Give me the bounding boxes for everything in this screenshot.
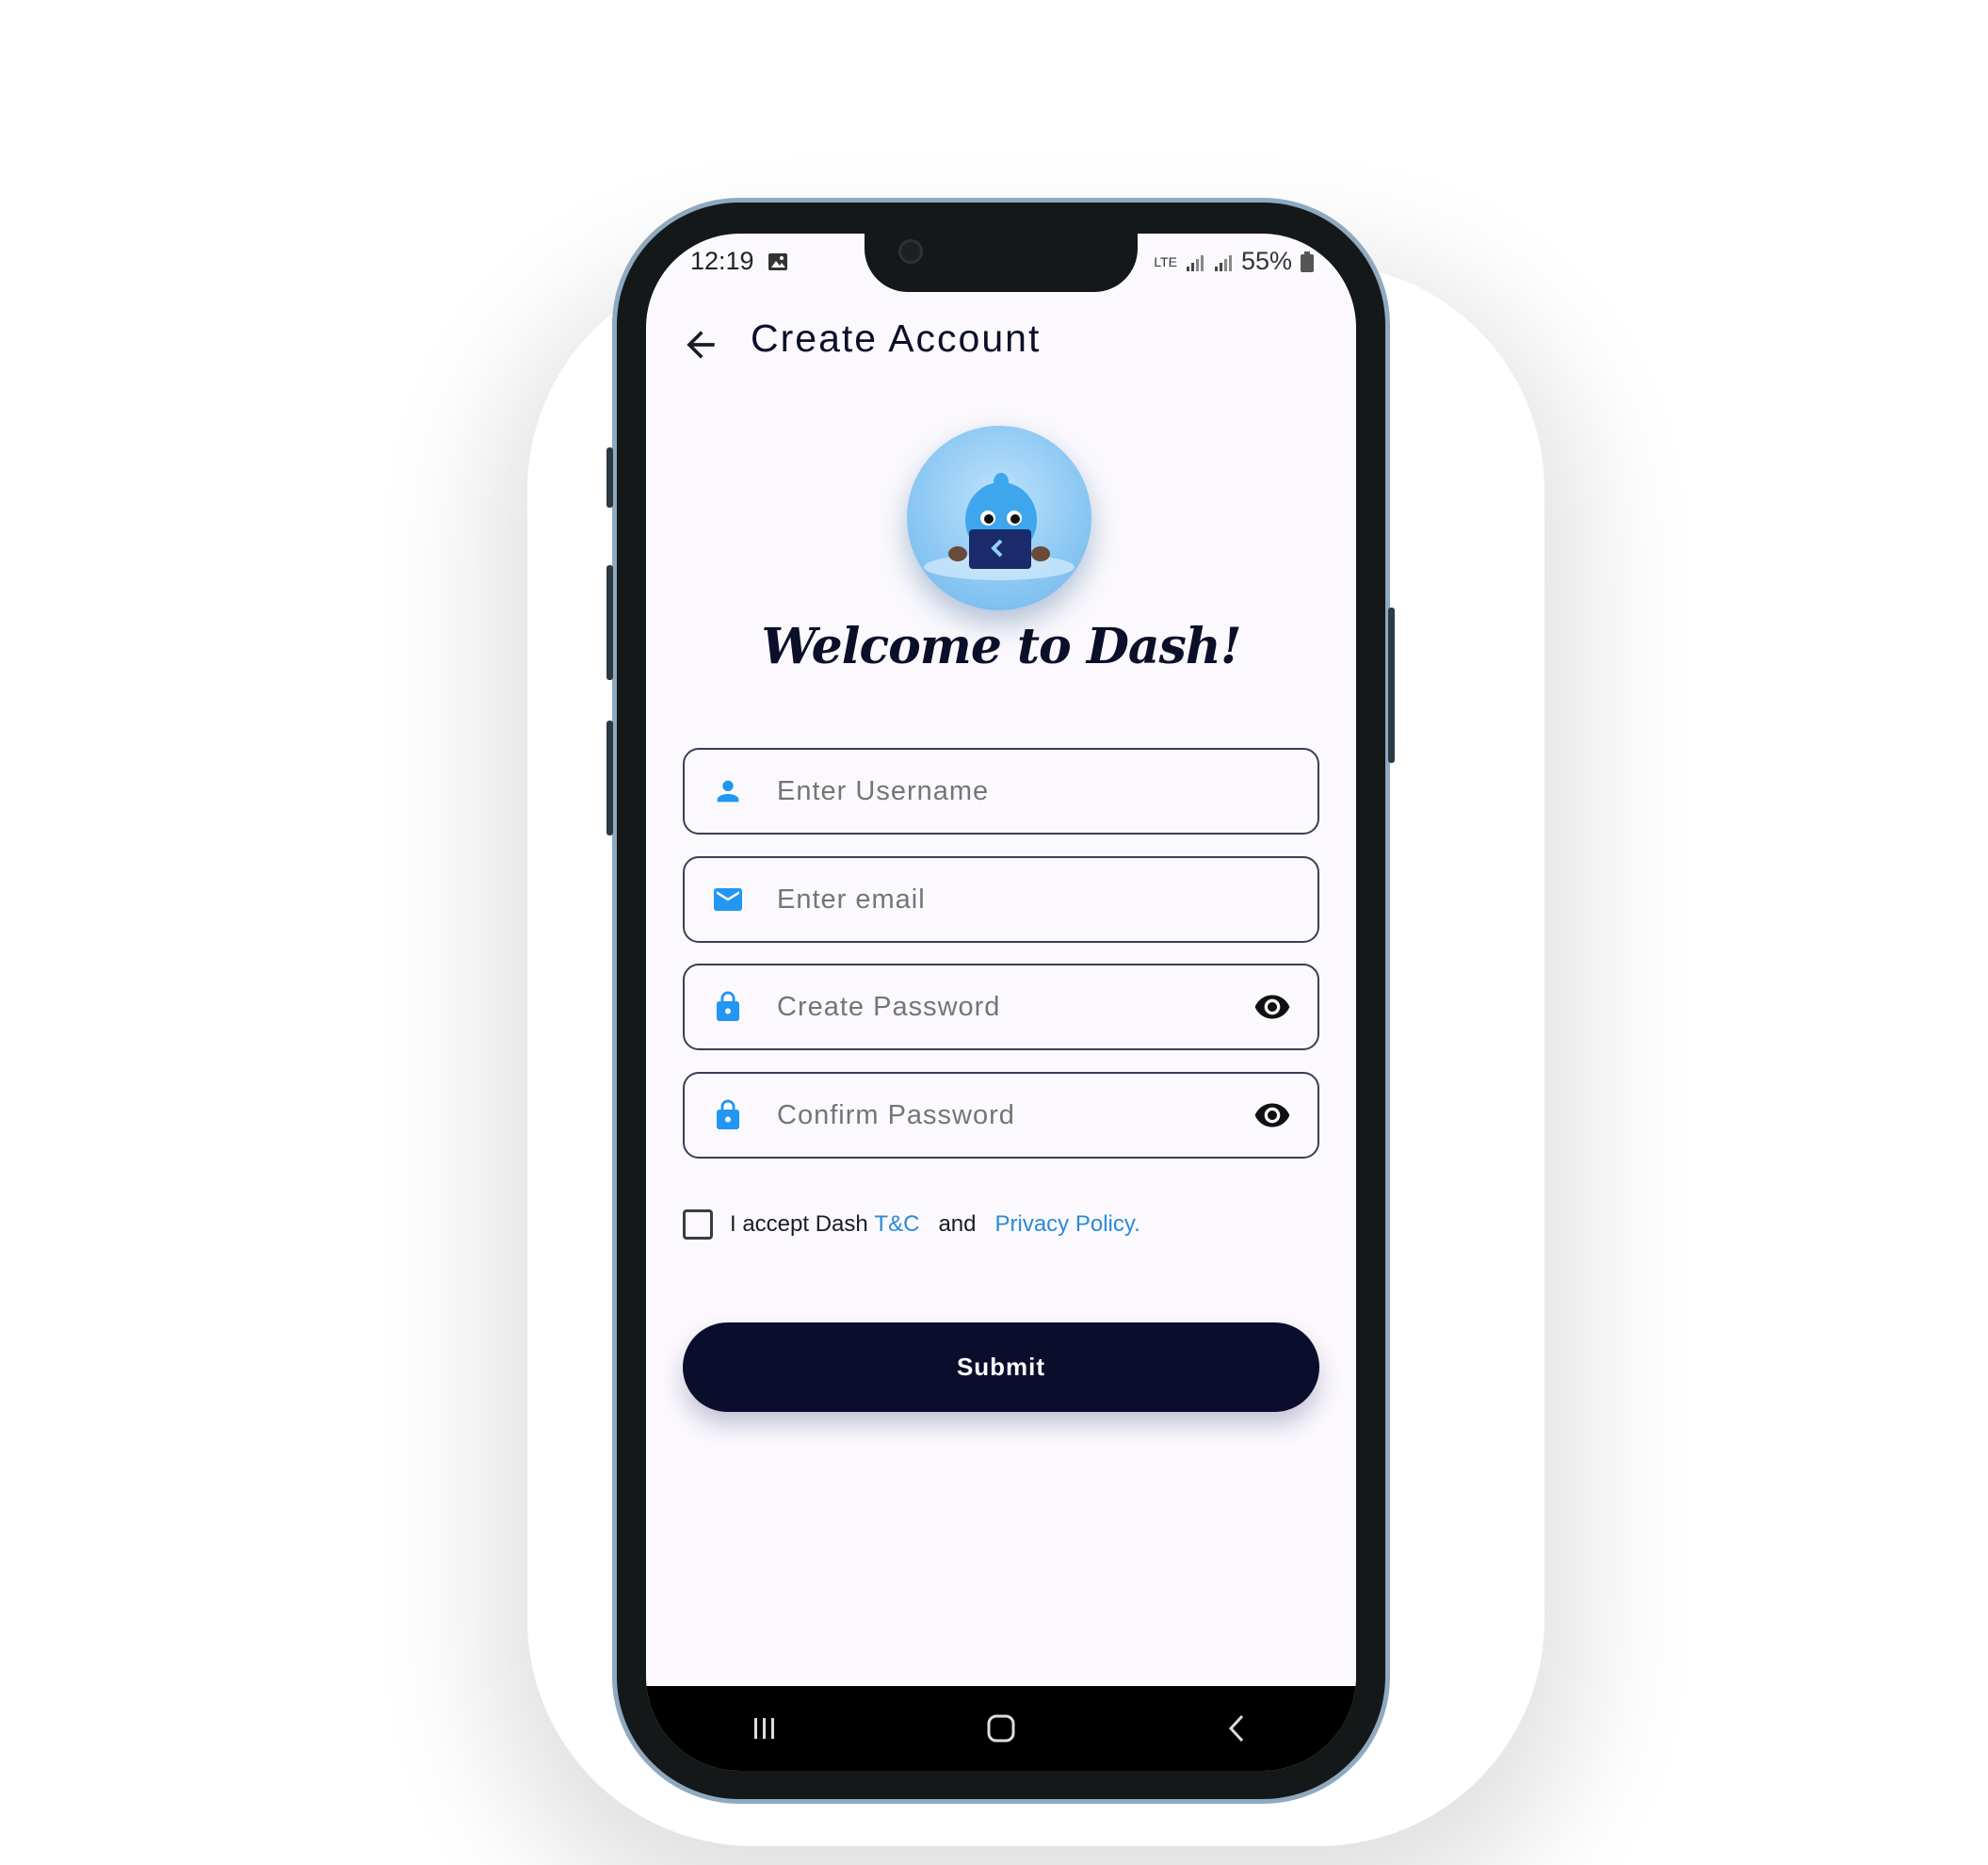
lock-icon	[709, 988, 747, 1026]
password-input[interactable]	[775, 990, 1250, 1024]
terms-checkbox[interactable]	[683, 1209, 713, 1240]
signal-icon	[1186, 254, 1204, 271]
tc-link[interactable]: T&C	[874, 1211, 919, 1238]
battery-percent: 55%	[1240, 247, 1292, 275]
bixby-button	[606, 721, 613, 835]
status-icons: LTE 55%	[1154, 247, 1315, 276]
dash-mascot-illustration	[924, 473, 1075, 580]
eye-icon[interactable]	[1250, 984, 1295, 1030]
phone-screen: 12:19 LTE 55% Create Account Welcome to …	[646, 234, 1356, 1771]
terms-row: I accept Dash T&C and Privacy Policy.	[683, 1209, 1140, 1240]
status-time: 12:19	[690, 247, 754, 275]
terms-and: and	[938, 1211, 977, 1237]
camera-notch	[865, 234, 1138, 292]
confirm-password-field[interactable]	[683, 1072, 1319, 1159]
battery-icon	[1301, 251, 1314, 272]
terms-prefix: I accept Dash	[730, 1211, 868, 1237]
username-input[interactable]	[775, 774, 1317, 808]
dash-mascot-avatar	[907, 426, 1091, 610]
gallery-notification-icon	[768, 253, 787, 270]
front-camera	[898, 239, 923, 264]
person-icon	[709, 772, 747, 810]
email-field[interactable]	[683, 856, 1319, 943]
back-nav-icon[interactable]	[1209, 1700, 1266, 1757]
home-icon[interactable]	[973, 1700, 1029, 1757]
power-button	[1388, 608, 1395, 763]
username-field[interactable]	[683, 748, 1319, 835]
recents-icon[interactable]	[736, 1700, 793, 1757]
welcome-heading: Welcome to Dash!	[761, 618, 1241, 675]
back-arrow-icon[interactable]	[680, 324, 721, 365]
volume-up-button	[606, 447, 613, 508]
network-type: LTE	[1154, 253, 1177, 269]
lock-icon	[709, 1096, 747, 1134]
volume-down-button	[606, 565, 613, 680]
signal-icon-2	[1214, 254, 1232, 271]
eye-icon[interactable]	[1250, 1093, 1295, 1138]
mail-icon	[709, 881, 747, 918]
system-nav-bar	[646, 1686, 1356, 1771]
confirm-password-input[interactable]	[775, 1098, 1250, 1132]
email-input[interactable]	[775, 883, 1317, 916]
privacy-policy-link[interactable]: Privacy Policy.	[995, 1211, 1140, 1238]
page-title: Create Account	[751, 316, 1042, 360]
submit-button[interactable]: Submit	[683, 1322, 1319, 1412]
password-field[interactable]	[683, 964, 1319, 1050]
